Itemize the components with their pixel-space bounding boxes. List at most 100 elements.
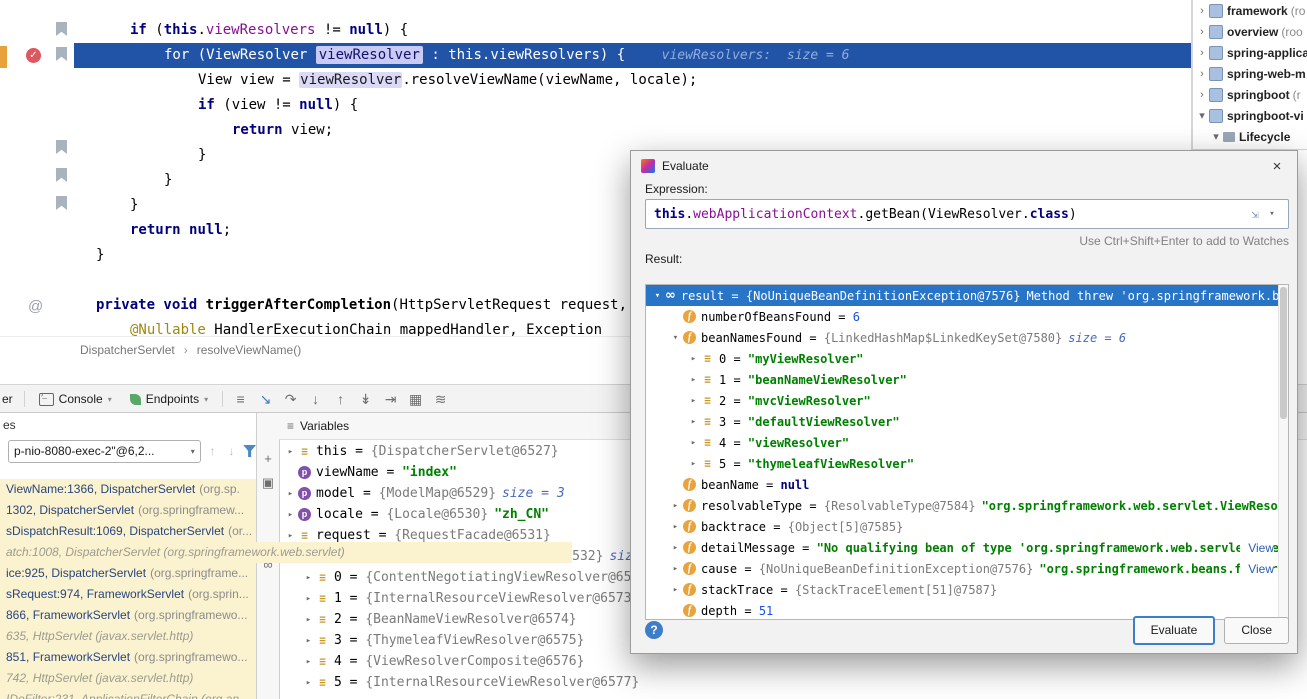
tab-endpoints[interactable]: Endpoints ▾ [121,385,217,413]
previous-frame-icon[interactable]: ↑ [206,444,220,458]
chevron-icon[interactable]: ▸ [686,459,701,469]
mute-breakpoints-icon[interactable]: ≋ [428,389,453,409]
chevron-icon[interactable]: ▸ [686,354,701,364]
value-row[interactable]: fbeanName = null [646,474,1288,495]
frame-row[interactable]: sRequest:974, FrameworkServlet(org.sprin… [0,584,256,605]
frame-row[interactable]: 742, HttpServlet (javax.servlet.http) [0,668,256,689]
value-row[interactable]: ▸fdetailMessage = "No qualifying bean of… [646,537,1288,558]
project-tree-item[interactable]: ›framework(ro [1193,0,1307,21]
hide-library-frames-filter-icon[interactable] [243,445,256,457]
chevron-icon[interactable]: ▸ [668,564,683,574]
value-row[interactable]: ▾∞result = {NoUniqueBeanDefinitionExcept… [646,285,1288,306]
chevron-icon[interactable]: ▸ [283,447,298,457]
chevron-icon[interactable]: ▸ [668,501,683,511]
code-line[interactable]: for (ViewResolver viewResolver : this.vi… [0,43,1191,68]
value-row[interactable]: ▸fcause = {NoUniqueBeanDefinitionExcepti… [646,558,1288,579]
chevron-icon[interactable]: ▾ [1209,130,1223,143]
value-row[interactable]: ▸≡4 = "viewResolver" [646,432,1288,453]
chevron-icon[interactable]: ▸ [686,417,701,427]
code-line[interactable]: if (this.viewResolvers != null) { [0,18,1191,43]
value-row[interactable]: ▾fbeanNamesFound = {LinkedHashMap$Linked… [646,327,1288,348]
evaluate-dialog-titlebar[interactable]: Evaluate × [631,151,1297,181]
expand-editor-icon[interactable]: ⇲ [1246,207,1264,221]
layout-settings-icon[interactable]: ≡ [228,389,253,409]
value-row[interactable]: ▸≡0 = "myViewResolver" [646,348,1288,369]
project-tree-item[interactable]: ▾Lifecycle [1193,126,1307,147]
chevron-icon[interactable]: ▸ [301,636,316,646]
run-to-cursor-icon[interactable]: ⇥ [378,389,403,409]
view-link[interactable]: View [1240,562,1274,576]
frame-row[interactable]: IDoFilter:231, ApplicationFilterChain (o… [0,689,256,699]
frame-row[interactable]: 866, FrameworkServlet(org.springframewo.… [0,605,256,626]
frame-row[interactable]: 635, HttpServlet (javax.servlet.http) [0,626,256,647]
view-link[interactable]: View [1240,541,1274,555]
breadcrumb-class[interactable]: DispatcherServlet [80,343,175,357]
chevron-icon[interactable]: ▸ [301,678,316,688]
chevron-icon[interactable]: ▸ [668,585,683,595]
drop-frame-icon[interactable]: ↡ [353,389,378,409]
frame-row[interactable]: ice:925, DispatcherServlet(org.springfra… [0,563,256,584]
chevron-icon[interactable]: ▸ [301,573,316,583]
frame-row[interactable]: sDispatchResult:1069, DispatcherServlet(… [0,521,256,542]
value-row[interactable]: ▸≡5 = {InternalResourceViewResolver@6577… [279,672,1307,693]
project-tree-item[interactable]: ▾springboot-vi [1193,105,1307,126]
value-row[interactable]: ▸fbacktrace = {Object[5]@7585} [646,516,1288,537]
value-row[interactable]: ▸≡1 = "beanNameViewResolver" [646,369,1288,390]
chevron-icon[interactable]: ▸ [283,510,298,520]
step-into-icon[interactable]: ↓ [303,389,328,409]
project-tree-item[interactable]: ›spring-applica [1193,42,1307,63]
chevron-icon[interactable]: ▸ [686,375,701,385]
project-tree-panel[interactable]: ›framework(ro›overview(roo›spring-applic… [1192,0,1307,150]
chevron-icon[interactable]: ▾ [668,333,683,343]
evaluate-button[interactable]: Evaluate [1133,616,1216,645]
step-over-icon[interactable]: ↷ [278,389,303,409]
value-row[interactable]: ▸fstackTrace = {StackTraceElement[51]@75… [646,579,1288,600]
next-frame-icon[interactable]: ↓ [224,444,238,458]
chevron-icon[interactable]: ▸ [686,438,701,448]
value-row[interactable]: ▸≡2 = "mvcViewResolver" [646,390,1288,411]
project-tree-item[interactable]: ›overview(roo [1193,21,1307,42]
project-tree-item[interactable]: ›springboot(r [1193,84,1307,105]
chevron-icon[interactable]: ▸ [686,396,701,406]
value-row[interactable]: ▸≡4 = {ViewResolverComposite@6576} [279,651,1307,672]
code-line[interactable]: View view = viewResolver.resolveViewName… [0,68,1191,93]
code-line[interactable]: if (view != null) { [0,93,1191,118]
chevron-icon[interactable]: ▸ [301,615,316,625]
copy-value-icon[interactable]: ▣ [257,475,279,491]
chevron-icon[interactable]: ▸ [301,657,316,667]
chevron-icon[interactable]: › [1195,47,1209,59]
chevron-icon[interactable]: › [1195,89,1209,101]
value-row[interactable]: ▸≡5 = "thymeleafViewResolver" [646,453,1288,474]
project-tree-item[interactable]: ›spring-web-m [1193,63,1307,84]
chevron-icon[interactable]: › [1195,5,1209,17]
add-watch-icon[interactable]: + [257,451,279,466]
frame-row[interactable]: 851, FrameworkServlet(org.springframewo.… [0,647,256,668]
close-button[interactable]: Close [1224,617,1289,644]
show-execution-point-icon[interactable]: ↘ [253,389,278,409]
step-out-icon[interactable]: ↑ [328,389,353,409]
chevron-icon[interactable]: ▸ [668,543,683,553]
frame-row[interactable]: 1302, DispatcherServlet(org.springframew… [0,500,256,521]
chevron-icon[interactable]: ▸ [668,522,683,532]
panel-layout-icon[interactable]: ≡ [287,419,294,433]
thread-dropdown[interactable]: p-nio-8080-exec-2"@6,2... ▾ [8,440,201,463]
chevron-down-icon[interactable]: ▾ [1264,209,1280,219]
tab-console[interactable]: Console ▾ [30,385,121,413]
chevron-icon[interactable]: › [1195,26,1209,38]
close-icon[interactable]: × [1267,158,1287,175]
chevron-icon[interactable]: ▸ [283,531,298,541]
help-icon[interactable]: ? [645,621,663,639]
frame-row[interactable]: ViewName:1366, DispatcherServlet(org.sp. [0,479,256,500]
expression-input[interactable]: this.webApplicationContext.getBean(ViewR… [645,199,1289,229]
value-row[interactable]: ▸≡3 = "defaultViewResolver" [646,411,1288,432]
chevron-icon[interactable]: ▸ [301,594,316,604]
view-breakpoints-icon[interactable]: ▦ [403,389,428,409]
chevron-icon[interactable]: ▸ [283,489,298,499]
scrollbar[interactable] [1278,285,1288,619]
chevron-icon[interactable]: › [1195,68,1209,80]
code-line[interactable]: return view; [0,118,1191,143]
scrollbar-thumb[interactable] [1280,287,1287,419]
frame-row-expanded[interactable]: atch:1008, DispatcherServlet (org.spring… [0,542,572,563]
tab-debugger-cut[interactable]: er [0,392,19,406]
chevron-icon[interactable]: ▾ [650,291,665,301]
